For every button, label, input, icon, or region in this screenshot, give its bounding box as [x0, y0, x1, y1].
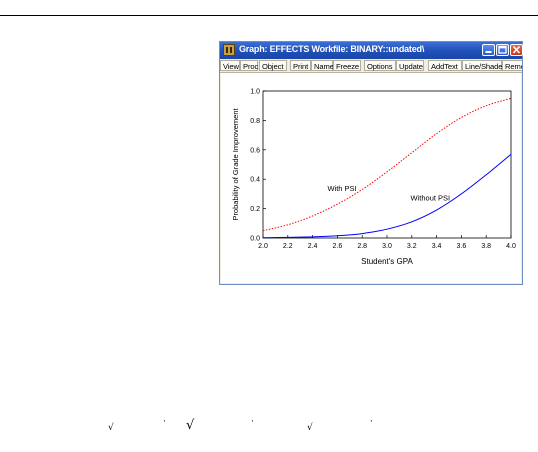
- x-tick-label: 3.4: [432, 243, 442, 250]
- y-tick-label: 0.2: [250, 206, 260, 213]
- toolbar-name-button[interactable]: Name: [311, 60, 334, 71]
- x-tick-label: 2.2: [283, 243, 293, 250]
- toolbar-options-button[interactable]: Options: [364, 60, 396, 71]
- x-tick-label: 2.6: [333, 243, 343, 250]
- page-top-rule: [0, 15, 538, 16]
- formula-sqrt-2: √: [186, 418, 195, 433]
- window-toolbar: View Proc Object Print Name Freeze Optio…: [220, 59, 522, 73]
- graph-window[interactable]: Graph: EFFECTS Workfile: BINARY::undated…: [219, 41, 523, 285]
- with-psi-annotation: With PSI: [327, 184, 356, 193]
- x-tick-label: 4.0: [506, 243, 516, 250]
- formula-dot-1: ·: [163, 417, 166, 427]
- toolbar-freeze-button[interactable]: Freeze: [333, 60, 361, 71]
- x-axis-label: Student's GPA: [361, 257, 413, 266]
- x-tick-label: 3.0: [382, 243, 392, 250]
- window-title: Graph: EFFECTS Workfile: BINARY::undated…: [239, 44, 425, 54]
- maximize-button[interactable]: [496, 44, 509, 56]
- minimize-button[interactable]: [482, 44, 495, 56]
- x-tick-label: 2.0: [258, 243, 268, 250]
- series-with-psi-line: [262, 97, 512, 232]
- window-titlebar[interactable]: Graph: EFFECTS Workfile: BINARY::undated…: [220, 42, 523, 59]
- toolbar-proc-button[interactable]: Proc: [240, 60, 258, 71]
- toolbar-addtext-button[interactable]: AddText: [428, 60, 462, 71]
- y-tick-label: 0.4: [250, 177, 260, 184]
- x-tick-label: 3.6: [457, 243, 467, 250]
- toolbar-object-button[interactable]: Object: [259, 60, 287, 71]
- toolbar-update-button[interactable]: Update: [396, 60, 424, 71]
- app-icon: [223, 44, 235, 56]
- toolbar-remove-button[interactable]: Remo: [502, 60, 522, 71]
- toolbar-lineshade-button[interactable]: Line/Shade: [462, 60, 503, 71]
- formula-sqrt-3: √: [307, 423, 313, 433]
- x-tick-label: 2.4: [308, 243, 318, 250]
- toolbar-print-button[interactable]: Print: [290, 60, 311, 71]
- y-tick-label: 0.0: [250, 236, 260, 243]
- y-tick-label: 0.8: [250, 118, 260, 125]
- graph-plot-area: 0.0 0.2 0.4 0.6 0.8 1.0 2.0 2.2 2.4 2.6 2.8 3.0 3.2…: [221, 73, 521, 283]
- toolbar-view-button[interactable]: View: [220, 60, 240, 71]
- probability-chart: 0.0 0.2 0.4 0.6 0.8 1.0 2.0 2.2 2.4 2.6 2.8 3.0 3.2…: [231, 89, 516, 267]
- series-without-psi-line: [262, 153, 512, 239]
- chart-frame: [262, 90, 512, 239]
- x-tick-label: 2.8: [357, 243, 367, 250]
- formula-dot-2: ·: [251, 417, 254, 427]
- formula-sqrt-1: √: [108, 423, 114, 433]
- y-tick-label: 1.0: [250, 89, 260, 96]
- y-tick-label: 0.6: [250, 147, 260, 154]
- close-button[interactable]: [510, 44, 523, 56]
- without-psi-annotation: Without PSI: [411, 194, 451, 203]
- x-tick-label: 3.2: [407, 243, 417, 250]
- x-tick-label: 3.8: [481, 243, 491, 250]
- formula-dot-3: ·: [370, 417, 373, 427]
- y-axis-label: Probability of Grade Improvement: [231, 108, 240, 221]
